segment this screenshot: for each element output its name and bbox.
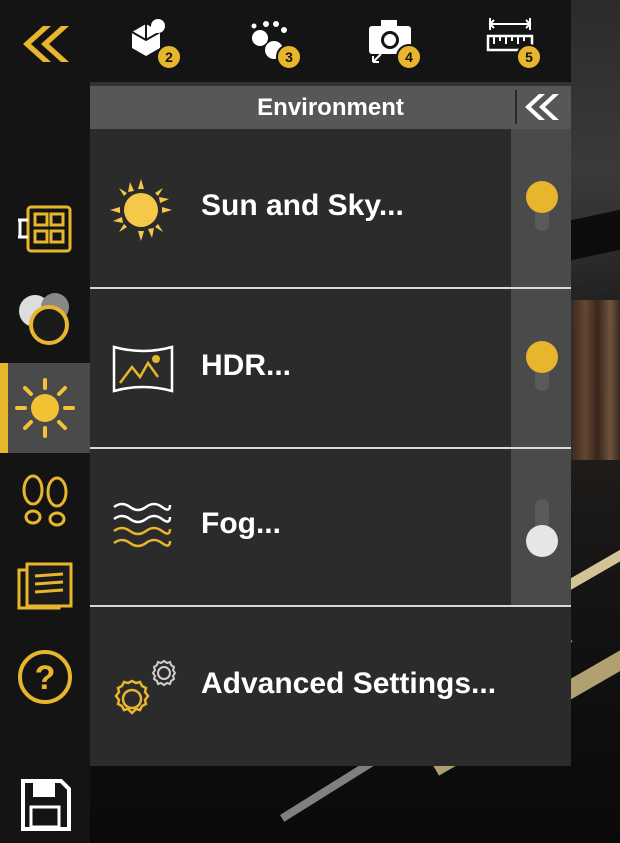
layout-icon [18, 205, 72, 253]
toggle-knob [526, 341, 558, 373]
fog-label: Fog... [201, 507, 281, 540]
sun-and-sky-row[interactable]: Sun and Sky... [90, 129, 571, 287]
badge: 2 [156, 44, 182, 70]
save-icon [21, 779, 71, 831]
walkthrough-button[interactable] [0, 462, 90, 542]
badge: 5 [516, 44, 542, 70]
help-icon: ? [18, 650, 72, 704]
help-button[interactable]: ? [0, 632, 90, 722]
fog-toggle[interactable] [511, 449, 571, 605]
notes-icon [17, 562, 73, 610]
top-toolbar: 2 3 4 5 [90, 0, 571, 82]
path-tool-button[interactable]: 3 [238, 8, 302, 72]
sun-and-sky-toggle[interactable] [511, 129, 571, 287]
footsteps-icon [22, 474, 68, 527]
objects-tool-button[interactable]: 2 [118, 8, 182, 72]
environment-button[interactable] [0, 363, 90, 453]
collapse-left-icon [23, 26, 69, 62]
collapse-sidebar-button[interactable] [0, 8, 90, 80]
collapse-left-icon [525, 94, 559, 120]
fog-row[interactable]: Fog... [90, 449, 571, 605]
measure-tool-button[interactable]: 5 [478, 8, 542, 72]
panel-header: Environment [90, 86, 571, 129]
hdr-panorama-icon [112, 345, 174, 393]
toggle-knob [526, 181, 558, 213]
sun-icon [110, 179, 172, 241]
gears-icon [114, 659, 177, 715]
fog-icon [113, 502, 172, 548]
camera-tool-button[interactable]: 4 [358, 8, 422, 72]
layout-button[interactable] [0, 190, 90, 270]
advanced-settings-row[interactable]: Advanced Settings... [90, 607, 571, 766]
badge: 3 [276, 44, 302, 70]
notes-button[interactable] [0, 552, 90, 624]
badge: 4 [396, 44, 422, 70]
sun-icon [15, 378, 75, 438]
panel-title: Environment [257, 93, 404, 121]
sun-and-sky-label: Sun and Sky... [201, 189, 404, 222]
hdr-row[interactable]: HDR... [90, 289, 571, 447]
hdr-label: HDR... [201, 349, 291, 382]
save-button[interactable] [0, 770, 90, 840]
left-sidebar: ? [0, 0, 90, 843]
collapse-panel-button[interactable] [515, 90, 565, 124]
svg-text:?: ? [35, 659, 56, 697]
toggle-knob [526, 525, 558, 557]
advanced-settings-label: Advanced Settings... [201, 667, 497, 700]
materials-button[interactable] [0, 280, 90, 354]
environment-panel: Environment Sun and Sky... HDR... Fog...… [90, 86, 571, 766]
hdr-toggle[interactable] [511, 289, 571, 447]
materials-icon [19, 293, 69, 345]
